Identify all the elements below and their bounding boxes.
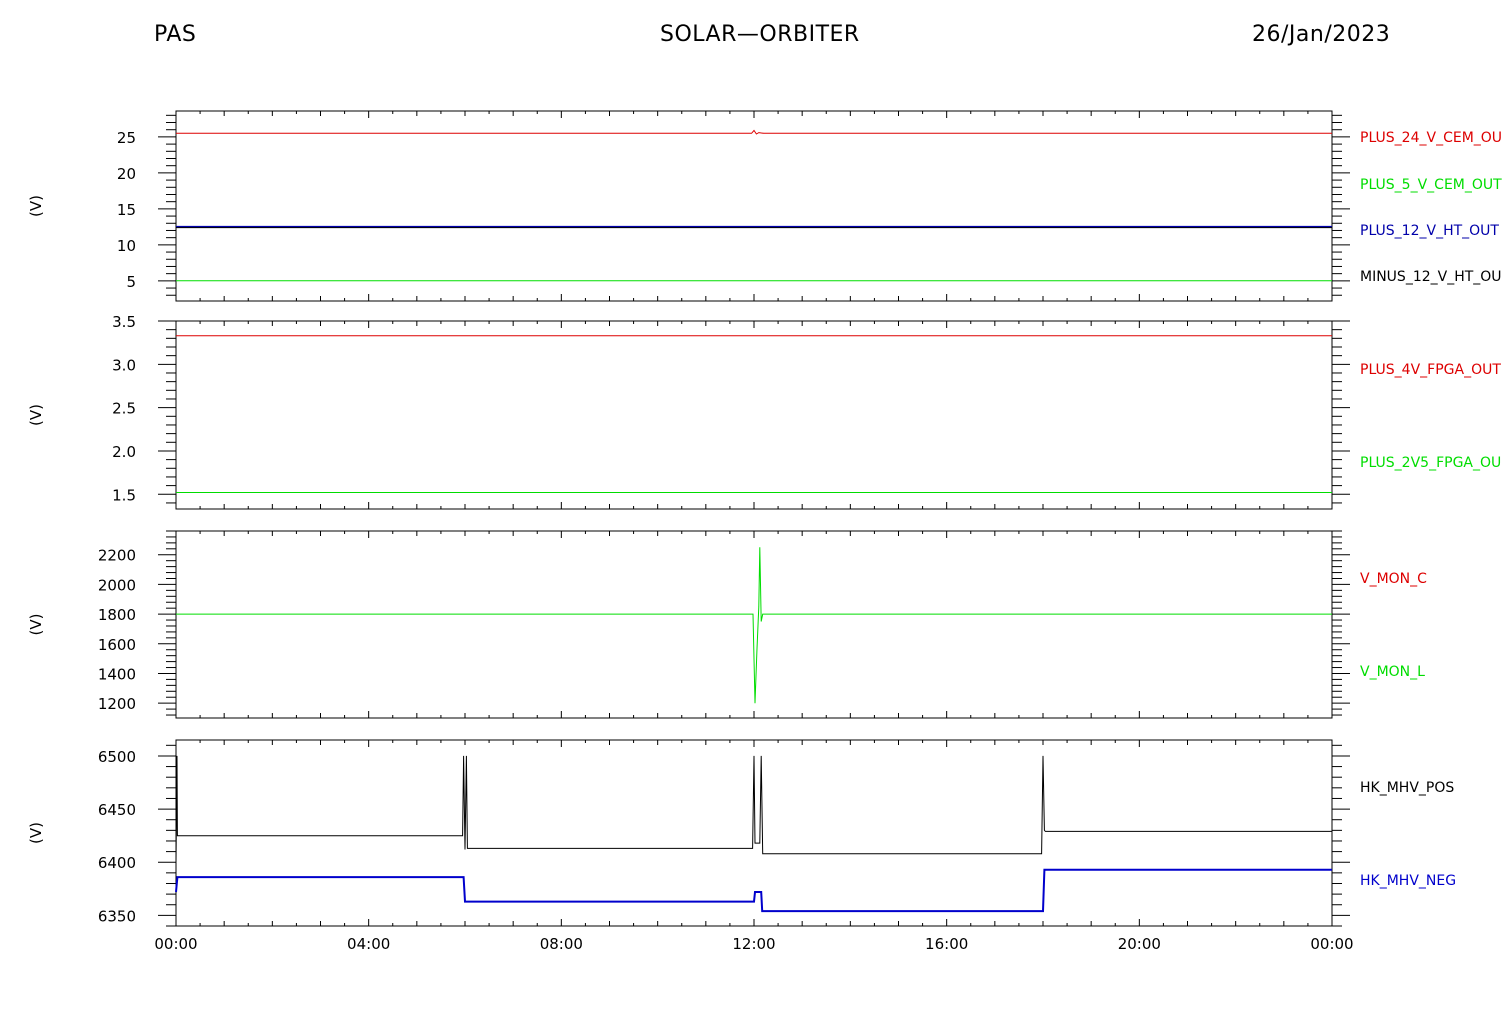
x-tick-label: 00:00 <box>154 935 197 953</box>
series-label: MINUS_12_V_HT_OU <box>1360 269 1502 285</box>
y-tick-label: 1800 <box>98 606 136 624</box>
y-axis-label: (V) <box>27 822 45 844</box>
plot-frame <box>175 320 1333 510</box>
series-label: V_MON_C <box>1360 571 1427 587</box>
y-tick-label: 15 <box>117 201 136 219</box>
y-tick-label: 1600 <box>98 636 136 654</box>
y-tick-label: 3.0 <box>112 356 136 374</box>
y-tick-label: 25 <box>117 129 136 147</box>
plot-frame <box>175 530 1333 719</box>
series-label: PLUS_24_V_CEM_OU <box>1360 130 1502 146</box>
series-label: PLUS_4V_FPGA_OUT <box>1360 362 1501 378</box>
series-line-plus-24-v-cem-out <box>176 129 1332 135</box>
x-tick-label: 20:00 <box>1118 935 1161 953</box>
y-tick-label: 6500 <box>98 748 136 766</box>
y-tick-label: 6350 <box>98 907 136 925</box>
series-label: V_MON_L <box>1360 664 1425 680</box>
y-tick-label: 2.0 <box>112 443 136 461</box>
y-tick-label: 1200 <box>98 695 136 713</box>
y-axis-label: (V) <box>27 195 45 217</box>
y-tick-label: 5 <box>126 273 136 291</box>
y-axis-label: (V) <box>27 404 45 426</box>
x-tick-label: 00:00 <box>1310 935 1353 953</box>
series-label: PLUS_2V5_FPGA_OU <box>1360 455 1501 471</box>
x-tick-label: 16:00 <box>925 935 968 953</box>
y-tick-label: 1400 <box>98 665 136 683</box>
y-tick-label: 1.5 <box>112 486 136 504</box>
series-line-hk-mhv-neg <box>175 868 1332 913</box>
chart-root: PAS SOLAR—ORBITER 26/Jan/2023 5 10 15 20 25(… <box>0 0 1512 1020</box>
y-tick-label: 6450 <box>98 801 136 819</box>
series-label: HK_MHV_NEG <box>1360 873 1456 889</box>
series-label: PLUS_5_V_CEM_OUT <box>1360 177 1502 193</box>
y-tick-label: 20 <box>117 165 136 183</box>
series-line-v-mon-l <box>176 547 1332 704</box>
y-tick-label: 6400 <box>98 854 136 872</box>
panel-4: 6350 6400 6450 6500 (V) 00:00 04:00 08:00 12:00 1… <box>27 739 1456 953</box>
y-axis-label: (V) <box>27 614 45 636</box>
y-tick-label: 10 <box>117 237 136 255</box>
panel-2: 1.5 2.0 2.5 3.0 3.5 (V) PLUS_4V_FPGA_OUT PLUS_2… <box>27 313 1501 510</box>
series-label: HK_MHV_POS <box>1360 780 1454 796</box>
y-tick-label: 2000 <box>98 576 136 594</box>
x-tick-label: 12:00 <box>732 935 775 953</box>
plot-frame <box>175 110 1333 302</box>
y-tick-label: 2200 <box>98 547 136 565</box>
panel-3: 1200 1400 1600 1800 2000 2200 (V) V_MON_C V_MON_… <box>27 530 1427 719</box>
series-line-hk-mhv-pos <box>175 755 1332 863</box>
panel-1: 5 10 15 20 25 (V) PLUS_24_V_CEM_OU PLUS_5_V_CEM… <box>27 110 1502 302</box>
x-tick-label: 08:00 <box>540 935 583 953</box>
y-tick-label: 3.5 <box>112 313 136 331</box>
series-label: PLUS_12_V_HT_OUT <box>1360 223 1499 239</box>
plots-svg: 5 10 15 20 25 (V) PLUS_24_V_CEM_OU PLUS_5_V_CEM… <box>27 110 1502 953</box>
x-tick-label: 04:00 <box>347 935 390 953</box>
y-tick-label: 2.5 <box>112 400 136 418</box>
